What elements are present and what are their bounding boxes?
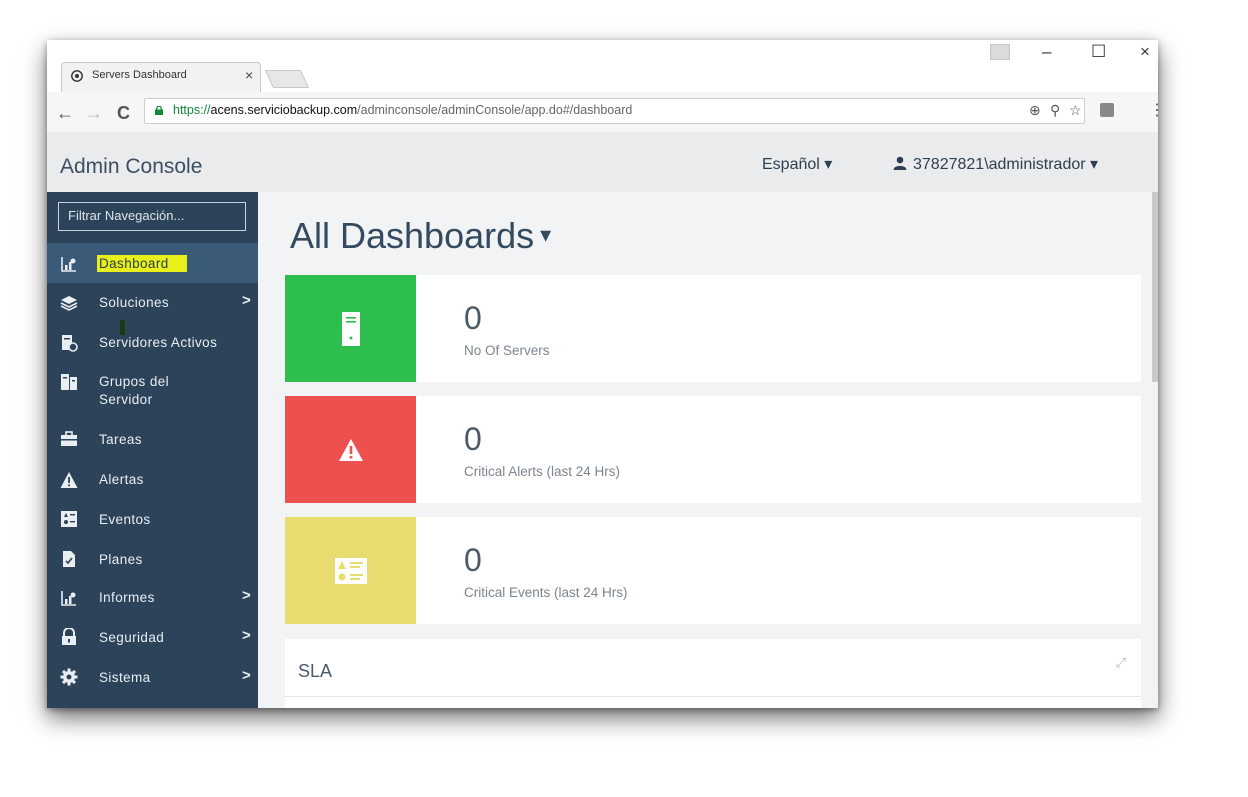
- events-icon: [61, 511, 77, 527]
- card-label: No Of Servers: [464, 343, 550, 358]
- warning-icon: [338, 438, 363, 461]
- user-icon: [893, 156, 907, 170]
- page-title[interactable]: All Dashboards ▾: [290, 215, 551, 257]
- sidebar-item-sistema[interactable]: [47, 655, 258, 695]
- plan-icon: [63, 551, 75, 567]
- nav-filter-input[interactable]: Filtrar Navegación...: [58, 202, 246, 231]
- star-icon[interactable]: ☆: [1069, 102, 1082, 119]
- brand-title[interactable]: Admin Console: [60, 155, 202, 179]
- chevron-right-icon: >: [242, 292, 251, 309]
- sidebar-item-label: Servidores Activos: [99, 335, 218, 350]
- layers-icon: [60, 296, 78, 311]
- minimize-icon[interactable]: –: [1042, 42, 1051, 62]
- tab-title: Servers Dashboard: [92, 69, 187, 81]
- chevron-right-icon: >: [242, 627, 251, 644]
- zoom-icon[interactable]: ⊕: [1029, 102, 1041, 119]
- warning-icon: [60, 472, 78, 488]
- url-path: /adminconsole/adminConsole/app.do#/dashb…: [357, 103, 633, 117]
- language-dropdown[interactable]: Español ▾: [762, 154, 832, 174]
- sidebar-item-tareas[interactable]: [47, 417, 258, 457]
- stat-card-servers[interactable]: 0 No Of Servers: [285, 275, 1141, 382]
- page-title-text: All Dashboards: [290, 215, 535, 256]
- card-value: 0: [464, 542, 482, 578]
- report-icon: [61, 591, 76, 606]
- events-icon: [334, 557, 367, 584]
- tab-close-icon[interactable]: ×: [245, 67, 253, 83]
- card-icon-box: [285, 396, 416, 503]
- extension-icon[interactable]: [1100, 103, 1114, 117]
- stat-card-critical-events[interactable]: 0 Critical Events (last 24 Hrs): [285, 517, 1141, 624]
- back-icon[interactable]: ←: [56, 103, 74, 124]
- sidebar-item-label: Seguridad: [99, 630, 165, 645]
- sidebar-item-label: Tareas: [99, 432, 142, 447]
- reload-icon[interactable]: C: [117, 103, 130, 124]
- chevron-down-icon: ▾: [540, 222, 552, 247]
- sidebar-item-label: Sistema: [99, 670, 151, 685]
- sidebar-item-label-line2: Servidor: [99, 392, 153, 407]
- sidebar-item-label: Planes: [99, 552, 143, 567]
- gear-icon: [60, 668, 78, 686]
- stat-card-critical-alerts[interactable]: 0 Critical Alerts (last 24 Hrs): [285, 396, 1141, 503]
- card-value: 0: [464, 421, 482, 457]
- url-scheme: https://: [173, 103, 211, 117]
- sla-title: SLA: [298, 661, 333, 681]
- dashboard-icon: [61, 257, 76, 272]
- server-group-icon: [61, 374, 77, 390]
- card-label: Critical Events (last 24 Hrs): [464, 585, 628, 600]
- sidebar-item-label: Dashboard: [97, 255, 187, 272]
- menu-icon[interactable]: ⋮: [1149, 100, 1158, 120]
- card-icon-box: [285, 275, 416, 382]
- sidebar-item-eventos[interactable]: [47, 497, 258, 537]
- url-host: acens.serviciobackup.com: [210, 103, 358, 117]
- card-value: 0: [464, 300, 482, 336]
- sidebar-item-label: Eventos: [99, 512, 151, 527]
- server-icon: [341, 311, 360, 346]
- close-window-icon[interactable]: ×: [1140, 42, 1150, 62]
- profile-icon[interactable]: [990, 44, 1010, 60]
- favicon-icon: [71, 70, 83, 82]
- sidebar-item-label: Alertas: [99, 472, 144, 487]
- browser-window: Servers Dashboard × – ☐ × ← → C https://…: [47, 40, 1158, 708]
- chevron-right-icon: >: [242, 587, 251, 604]
- maximize-icon[interactable]: ☐: [1091, 42, 1106, 62]
- sidebar-item-label: Informes: [99, 590, 155, 605]
- sidebar-item-label-line1: Grupos del: [99, 374, 170, 389]
- sidebar-item-label: Soluciones: [99, 295, 170, 310]
- user-menu[interactable]: 37827821\administrador ▾: [893, 154, 1098, 174]
- briefcase-icon: [61, 431, 77, 446]
- sidebar-item-alertas[interactable]: [47, 457, 258, 497]
- lock-icon: [155, 106, 163, 115]
- sidebar-item-planes[interactable]: [47, 537, 258, 577]
- key-icon[interactable]: ⚲: [1050, 102, 1060, 119]
- sla-panel: SLA ⤢: [285, 639, 1141, 708]
- expand-icon[interactable]: ⤢: [1116, 655, 1126, 671]
- lock-icon: [62, 628, 76, 645]
- server-gear-icon: [62, 335, 78, 352]
- url-text: https://acens.serviciobackup.com/adminco…: [173, 103, 632, 117]
- chevron-right-icon: >: [242, 667, 251, 684]
- card-icon-box: [285, 517, 416, 624]
- divider: [285, 696, 1141, 697]
- scrollbar[interactable]: [1152, 192, 1158, 382]
- user-name: 37827821\administrador ▾: [913, 156, 1099, 173]
- forward-icon[interactable]: →: [85, 103, 103, 124]
- card-label: Critical Alerts (last 24 Hrs): [464, 464, 621, 479]
